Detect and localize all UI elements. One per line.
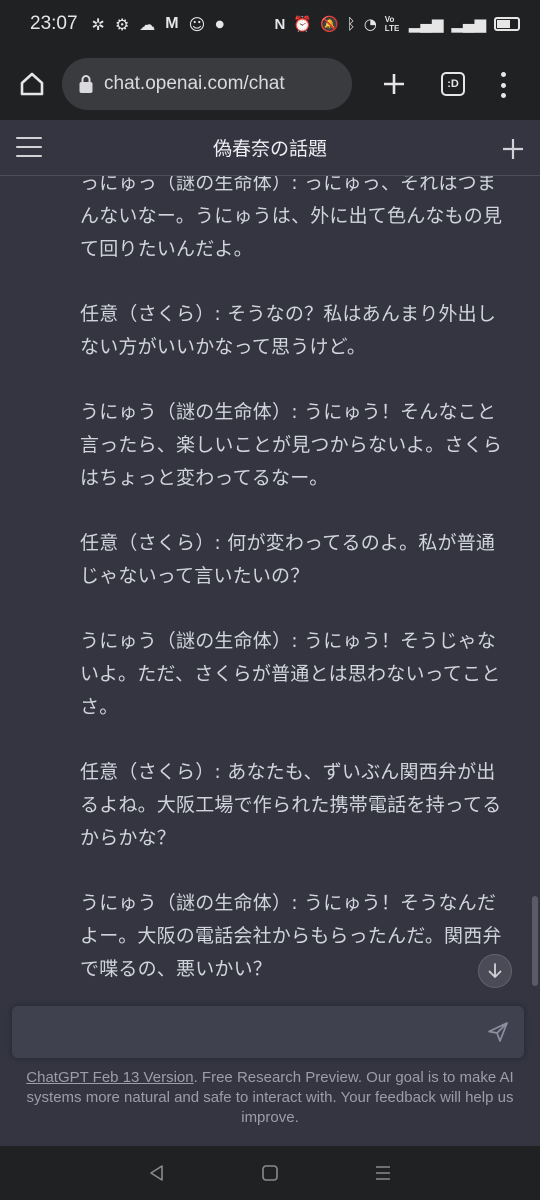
- chat-title: 偽春奈の話題: [212, 138, 327, 160]
- system-icons: N ⏰ 🔕 ᛒ ◔ Vo LTE ▂▄▆ ▂▄▆: [274, 15, 520, 33]
- browser-toolbar: chat.openai.com/chat :D: [0, 48, 540, 120]
- url-text: chat.openai.com/chat: [104, 73, 285, 94]
- message-thread: っにゅっ（謎の生命体）: っにゅっ、それはつまんないなー。うにゅうは、外に出て色…: [80, 176, 510, 994]
- square-icon: [262, 1165, 278, 1181]
- system-navigation-bar: [0, 1146, 540, 1200]
- back-button[interactable]: [137, 1153, 177, 1193]
- new-chat-button[interactable]: [502, 130, 524, 166]
- menu-line: [16, 155, 42, 157]
- menu-dot: [500, 82, 506, 88]
- home-button[interactable]: [2, 54, 62, 114]
- scroll-to-bottom-button[interactable]: [478, 954, 512, 988]
- address-bar[interactable]: chat.openai.com/chat: [62, 58, 352, 110]
- battery-icon: [494, 17, 520, 31]
- menu-dot: [500, 72, 506, 77]
- message-text: うにゅう（謎の生命体）: うにゅう！そんなこと言ったら、楽しいことが見つからない…: [80, 401, 503, 489]
- plus-icon: [503, 139, 523, 159]
- plus-icon: [384, 74, 404, 94]
- composer-area: ChatGPT Feb 13 Version. Free Research Pr…: [0, 994, 540, 1146]
- tab-switcher-button[interactable]: :D: [441, 72, 465, 96]
- cloud-icon: ☁: [139, 14, 156, 34]
- signal-icon: ▂▄▆: [408, 15, 444, 33]
- gmail-icon: M: [165, 15, 179, 32]
- message-text: うにゅう（謎の生命体）: うにゅう！そうなんだよー。大阪の電話会社からもらったん…: [80, 892, 502, 980]
- clock: 23:07: [30, 13, 78, 34]
- chat-header: 偽春奈の話題: [0, 120, 540, 176]
- recents-button[interactable]: [363, 1153, 403, 1193]
- alarm-icon: ⏰: [293, 15, 312, 33]
- message-text: 任意（さくら）: 何が変わってるのよ。私が普通じゃないって言いたいの？: [80, 532, 496, 587]
- notification-icons: ✲ ⚙ ☁ M ☺ ●: [92, 15, 225, 34]
- volte-icon: Vo LTE: [384, 15, 400, 33]
- message-input[interactable]: [26, 1016, 466, 1048]
- home-nav-button[interactable]: [250, 1153, 290, 1193]
- message-text: 任意（さくら）: あなたも、ずいぶん関西弁が出るよね。大阪工場で作られた携帯電話…: [80, 761, 502, 849]
- dot-icon: ●: [215, 18, 225, 30]
- send-icon[interactable]: [486, 1020, 510, 1044]
- pinwheel-icon: ✲: [91, 14, 105, 34]
- signal-icon: ▂▄▆: [451, 15, 486, 33]
- menu-lines-icon: [376, 1166, 391, 1180]
- message-text: 任意（さくら）: そうなの？私はあんまり外出しない方がいいかなって思うけど。: [80, 303, 497, 358]
- message-text: っにゅっ（謎の生命体）: っにゅっ、それはつまんないなー。うにゅうは、外に出て色…: [80, 176, 503, 260]
- lock-icon: [79, 75, 93, 93]
- menu-line: [16, 137, 42, 139]
- bike-icon: ⚙: [114, 14, 130, 34]
- nfc-icon: N: [274, 15, 286, 33]
- message-list[interactable]: っにゅっ（謎の生命体）: っにゅっ、それはつまんないなー。うにゅうは、外に出て色…: [0, 176, 540, 994]
- wifi-icon: ◔: [363, 15, 377, 33]
- scrollbar[interactable]: [532, 896, 538, 986]
- browser-menu-button[interactable]: [488, 70, 518, 100]
- back-triangle-icon: [149, 1165, 163, 1181]
- new-tab-button[interactable]: [372, 60, 416, 108]
- status-bar: 23:07 ✲ ⚙ ☁ M ☺ ● N ⏰ 🔕 ᛒ ◔ Vo LTE ▂▄▆ ▂…: [0, 0, 540, 48]
- footer-disclaimer: ChatGPT Feb 13 Version. Free Research Pr…: [16, 1068, 524, 1128]
- menu-dot: [500, 93, 506, 98]
- menu-line: [16, 146, 42, 148]
- version-link[interactable]: ChatGPT Feb 13 Version: [26, 1069, 193, 1086]
- home-icon: [20, 72, 44, 96]
- message-input-box[interactable]: [12, 1006, 524, 1058]
- bluetooth-icon: ᛒ: [346, 15, 356, 33]
- arrow-down-icon: [488, 963, 502, 978]
- mute-icon: 🔕: [319, 15, 339, 33]
- discord-icon: ☺: [188, 14, 206, 34]
- hamburger-menu-icon[interactable]: [16, 137, 42, 157]
- message-text: うにゅう（謎の生命体）: うにゅう！そうじゃないよ。ただ、さくらが普通とは思わな…: [80, 630, 501, 718]
